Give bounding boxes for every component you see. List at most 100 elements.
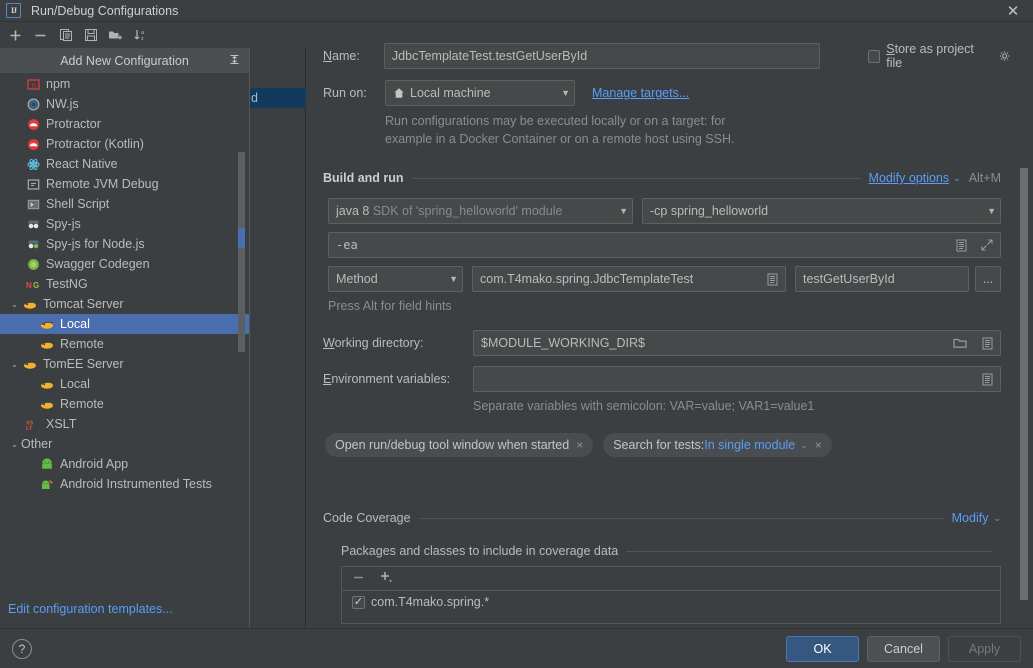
chevron-down-icon[interactable]: ⌄	[8, 439, 21, 450]
sidebar-item-tomee-server[interactable]: ⌄ TomEE Server	[0, 354, 249, 374]
ok-button[interactable]: OK	[786, 635, 859, 662]
sidebar-item-testng[interactable]: N G TestNG	[0, 274, 249, 294]
sidebar-item-other[interactable]: ⌄ Other	[0, 434, 249, 454]
chip-search-for-tests[interactable]: Search for tests: In single module ⌄ ×	[603, 433, 832, 457]
manage-targets-link[interactable]: Manage targets...	[592, 86, 689, 100]
dialog-title: Run/Debug Configurations	[31, 3, 179, 18]
chevron-down-icon: ⌄	[993, 512, 1001, 523]
coverage-list-row[interactable]: ✓ com.T4mako.spring.*	[342, 591, 1000, 613]
sidebar-item-remote-jvm-debug[interactable]: Remote JVM Debug	[0, 174, 249, 194]
working-directory-input[interactable]: $MODULE_WORKING_DIR$	[473, 330, 1001, 356]
test-method-browse-button[interactable]: ...	[975, 266, 1001, 292]
run-on-hint-line-1: Run configurations may be executed local…	[385, 114, 726, 128]
protractor-icon	[24, 118, 42, 131]
expand-icon[interactable]	[981, 239, 993, 251]
xslt-icon: XS LT	[24, 418, 42, 431]
code-coverage-section-title: Code Coverage	[323, 511, 411, 525]
run-on-value: Local machine	[410, 86, 491, 100]
macro-icon[interactable]	[982, 373, 993, 386]
new-folder-button[interactable]	[103, 24, 128, 46]
save-configuration-button[interactable]	[78, 24, 103, 46]
npm-icon: n	[24, 78, 42, 91]
sidebar-item-shell-script[interactable]: Shell Script	[0, 194, 249, 214]
close-icon[interactable]: ×	[576, 438, 583, 452]
sidebar-item-label: React Native	[46, 157, 118, 171]
help-button[interactable]: ?	[12, 638, 32, 659]
chevron-down-icon[interactable]: ⌄	[8, 359, 21, 370]
sidebar-item-spy-js-for-node-js[interactable]: Spy-js for Node.js	[0, 234, 249, 254]
store-as-project-file-checkbox[interactable]	[867, 49, 881, 63]
run-on-dropdown[interactable]: Local machine ▼	[385, 80, 575, 106]
sidebar-item-label: Android App	[60, 457, 129, 471]
sort-configurations-button[interactable]: az	[128, 24, 153, 46]
tomcat-icon	[38, 338, 56, 351]
jre-value-bold: java 8	[336, 204, 370, 218]
sidebar-item-npm[interactable]: n npm	[0, 74, 249, 94]
test-kind-dropdown[interactable]: Method ▼	[328, 266, 463, 292]
run-on-hint-line-2: example in a Docker Container or on a re…	[385, 132, 735, 146]
modify-options-link[interactable]: Modify options	[869, 171, 950, 185]
close-icon[interactable]: ✕	[1001, 2, 1025, 20]
gear-icon[interactable]	[998, 50, 1011, 63]
add-configuration-button[interactable]	[3, 24, 28, 46]
configuration-type-list[interactable]: n npm NW.js Protractor Protractor (Kotlin) Re…	[0, 74, 249, 628]
sidebar-item-local[interactable]: Local	[0, 374, 249, 394]
sidebar-item-label: Local	[60, 377, 90, 391]
svg-text:LT: LT	[26, 426, 33, 431]
sidebar-item-label: Swagger Codegen	[46, 257, 150, 271]
main-scrollbar[interactable]	[1020, 168, 1028, 600]
sidebar-scrollbar[interactable]	[238, 152, 245, 352]
chevron-down-icon: ▼	[987, 206, 996, 216]
coverage-row-checkbox[interactable]: ✓	[352, 595, 365, 609]
sidebar-item-label: Shell Script	[46, 197, 110, 211]
sidebar-item-label: Protractor (Kotlin)	[46, 137, 144, 151]
macro-icon[interactable]	[767, 273, 778, 286]
classpath-dropdown[interactable]: -cp spring_helloworld ▼	[642, 198, 1001, 224]
sidebar-item-react-native[interactable]: React Native	[0, 154, 249, 174]
sidebar-item-local[interactable]: Local	[0, 314, 249, 334]
sidebar-item-android-instrumented-tests[interactable]: Android Instrumented Tests	[0, 474, 249, 494]
coverage-remove-button[interactable]	[352, 571, 365, 587]
environment-variables-input[interactable]	[473, 366, 1001, 392]
configuration-toolbar: az	[0, 22, 249, 48]
close-icon[interactable]: ×	[815, 438, 822, 452]
classpath-value: -cp spring_helloworld	[650, 204, 769, 218]
name-input[interactable]: JdbcTemplateTest.testGetUserById	[383, 43, 820, 69]
cancel-button[interactable]: Cancel	[867, 635, 940, 662]
sidebar-item-xslt[interactable]: XS LT XSLT	[0, 414, 249, 434]
code-coverage-modify-link[interactable]: Modify	[952, 511, 989, 525]
sidebar-item-nw-js[interactable]: NW.js	[0, 94, 249, 114]
sidebar-item-remote[interactable]: Remote	[0, 394, 249, 414]
folder-icon[interactable]	[953, 337, 967, 349]
apply-button: Apply	[948, 635, 1021, 662]
sidebar-hidden-item[interactable]: d	[249, 88, 306, 108]
sidebar-item-android-app[interactable]: Android App	[0, 454, 249, 474]
remove-configuration-button[interactable]	[28, 24, 53, 46]
macro-icon[interactable]	[956, 239, 967, 252]
sidebar-item-tomcat-server[interactable]: ⌄ Tomcat Server	[0, 294, 249, 314]
sidebar-item-protractor[interactable]: Protractor	[0, 114, 249, 134]
sidebar-item-protractor-kotlin[interactable]: Protractor (Kotlin)	[0, 134, 249, 154]
sidebar-item-label: XSLT	[46, 417, 77, 431]
coverage-add-button[interactable]	[379, 570, 394, 588]
vm-options-input[interactable]: -ea	[328, 232, 1001, 258]
sidebar-item-label: Remote	[60, 397, 104, 411]
tomcat-icon	[38, 398, 56, 411]
copy-configuration-button[interactable]	[53, 24, 78, 46]
macro-icon[interactable]	[982, 337, 993, 350]
sidebar-item-remote[interactable]: Remote	[0, 334, 249, 354]
sidebar-item-label: TestNG	[46, 277, 88, 291]
edit-configuration-templates-link[interactable]: Edit configuration templates...	[8, 602, 173, 616]
chip-value[interactable]: In single module	[704, 438, 795, 452]
sidebar-item-spy-js[interactable]: Spy-js	[0, 214, 249, 234]
tomcat-icon	[38, 378, 56, 391]
chip-open-run-debug-tool-window[interactable]: Open run/debug tool window when started …	[325, 433, 594, 457]
test-method-input[interactable]: testGetUserById	[795, 266, 969, 292]
spyjs-node-icon	[24, 238, 42, 251]
collapse-icon[interactable]	[228, 53, 241, 69]
chevron-down-icon[interactable]: ⌄	[8, 299, 21, 310]
jre-dropdown[interactable]: java 8 SDK of 'spring_helloworld' module…	[328, 198, 633, 224]
popup-title: Add New Configuration	[60, 53, 189, 68]
test-class-input[interactable]: com.T4mako.spring.JdbcTemplateTest	[472, 266, 786, 292]
sidebar-item-swagger-codegen[interactable]: Swagger Codegen	[0, 254, 249, 274]
